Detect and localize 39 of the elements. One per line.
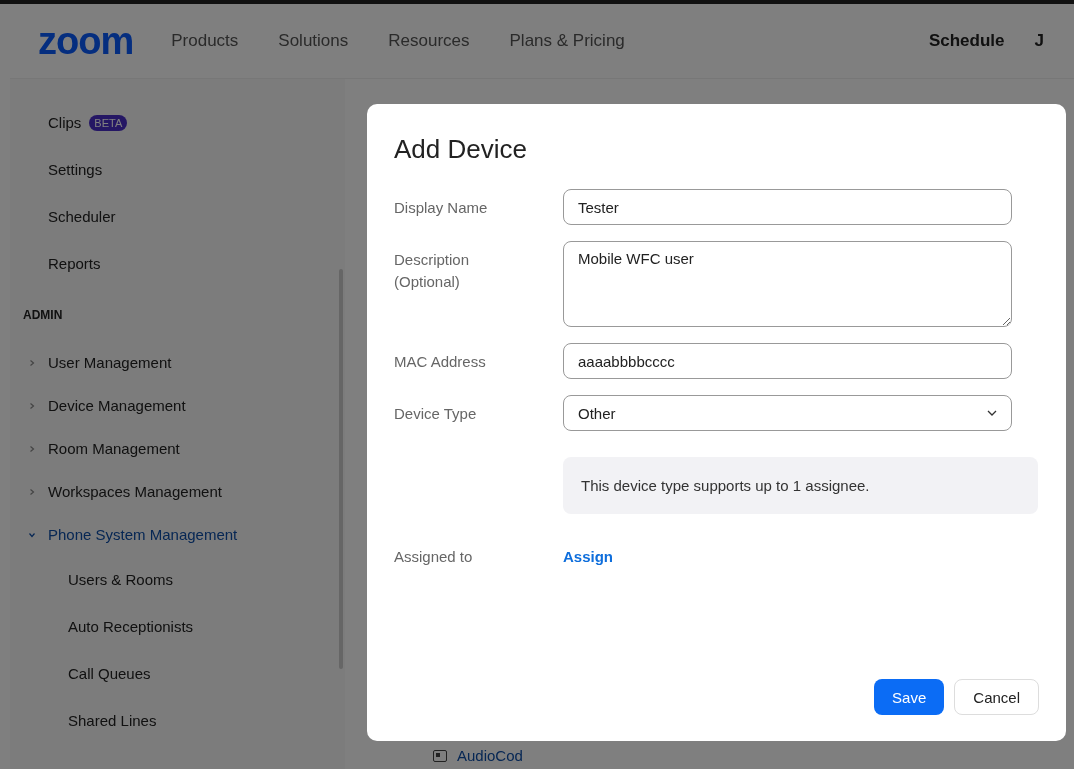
- field-label: Description (Optional): [394, 250, 471, 292]
- sidebar-subitem[interactable]: Call Queues: [68, 665, 151, 682]
- sidebar-item[interactable]: Scheduler: [48, 208, 116, 225]
- device-icon: [433, 749, 447, 762]
- sidebar-subitem[interactable]: Users & Rooms: [68, 571, 174, 588]
- input-field[interactable]: Mobile WFC user: [563, 241, 1012, 327]
- sidebar-subitem[interactable]: Auto Receptionists: [68, 618, 194, 635]
- cancel-button[interactable]: Cancel: [954, 679, 1039, 715]
- device-link[interactable]: AudioCod: [457, 747, 523, 764]
- dropdown[interactable]: Other: [563, 395, 1012, 431]
- field-label: Display Name: [394, 198, 489, 218]
- field-label: Device Type: [394, 404, 478, 424]
- sidebar-item[interactable]: Clips: [48, 114, 82, 131]
- sidebar-item[interactable]: Room Management: [48, 440, 180, 457]
- sidebar-item[interactable]: Workspaces Management: [48, 483, 222, 500]
- nav-link[interactable]: Resources: [388, 31, 470, 51]
- nav-link[interactable]: Plans & Pricing: [509, 31, 625, 51]
- chevron-down-icon: [987, 410, 997, 416]
- info-box: This device type supports up to 1 assignee.: [563, 457, 1038, 514]
- nav-link[interactable]: Products: [171, 31, 239, 51]
- nav-link[interactable]: Schedule: [928, 31, 1005, 51]
- nav-link[interactable]: J: [1034, 31, 1044, 51]
- sidebar-item[interactable]: Settings: [48, 161, 103, 178]
- beta-badge: BETA: [89, 114, 128, 131]
- sidebar-item[interactable]: Phone System Management: [48, 526, 238, 543]
- field-label: MAC Address: [394, 352, 487, 372]
- dialog-title: Add Device: [394, 134, 528, 165]
- save-button[interactable]: Save: [874, 679, 945, 715]
- section-heading: ADMIN: [22, 307, 64, 324]
- sidebar-item[interactable]: Device Management: [48, 397, 186, 414]
- zoom-logo[interactable]: zoom: [38, 19, 134, 63]
- input-field[interactable]: Tester: [563, 189, 1012, 225]
- field-label: Assigned to: [394, 547, 474, 567]
- assign-link[interactable]: Assign: [563, 546, 613, 568]
- input-field[interactable]: aaaabbbbcccc: [563, 343, 1012, 379]
- sidebar-subitem[interactable]: Shared Lines: [68, 712, 157, 729]
- nav-link[interactable]: Solutions: [278, 31, 349, 51]
- sidebar-item[interactable]: Reports: [48, 255, 101, 272]
- sidebar-item[interactable]: User Management: [48, 354, 172, 371]
